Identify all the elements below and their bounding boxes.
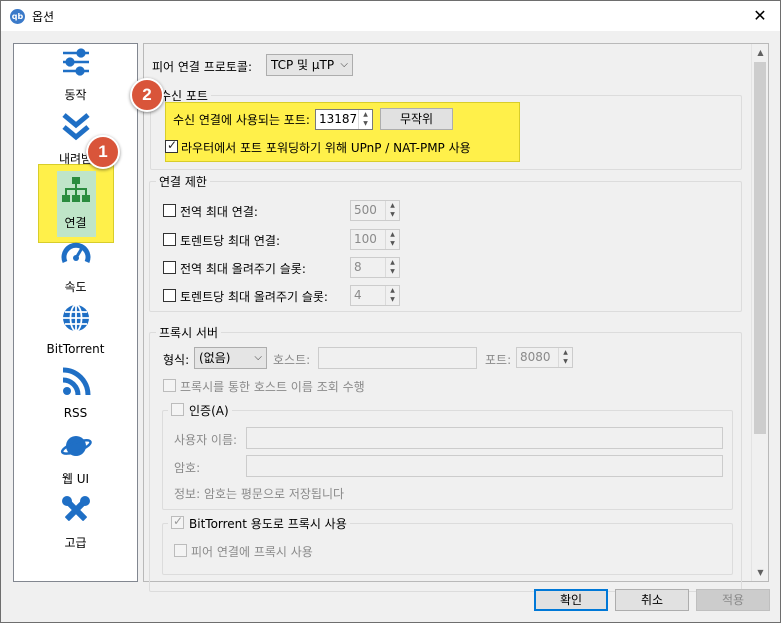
protocol-select[interactable]: TCP 및 µTP ⌵ [266,54,353,76]
global-max-connections-label: 전역 최대 연결: [180,205,258,219]
step-two-badge: 2 [130,78,164,112]
proxy-username-label: 사용자 이름: [174,433,238,447]
proxy-hostname-lookup-label: 프록시를 통한 호스트 이름 조회 수행 [180,380,365,394]
step-one-badge: 1 [86,135,120,169]
upnp-checkbox[interactable]: ✓ [165,138,178,153]
sidebar-item-label: 연결 [64,216,87,230]
checkmark-icon: ✓ [167,138,178,152]
proxy-username-input[interactable] [246,427,723,449]
sidebar-item-label: BitTorrent [46,342,105,356]
network-icon [62,177,90,202]
sidebar-item-label: 웹 UI [61,472,90,486]
peer-proxy-checkbox[interactable] [174,544,187,557]
checkmark-icon: ✓ [173,514,184,528]
global-upload-slots-label: 전역 최대 올려주기 슬롯: [180,262,306,276]
peer-proxy-label: 피어 연결에 프록시 사용 [191,545,313,559]
torrent-upload-slots-checkbox[interactable] [163,289,176,302]
proxy-password-input[interactable] [246,455,723,477]
authentication-checkbox[interactable] [171,403,184,416]
proxy-port-input[interactable]: 8080 ▲ ▼ [516,347,573,368]
proxy-port-label: 포트: [485,353,512,367]
bittorrent-proxy-checkbox[interactable]: ✓ [171,514,184,529]
proxy-type-select[interactable]: (없음) ⌵ [194,347,267,369]
sidebar-item-rss[interactable]: RSS [14,364,137,426]
apply-button[interactable]: 적용 [696,589,770,611]
sidebar-item-webui[interactable]: 웹 UI [14,428,137,490]
listen-port-input[interactable]: 13187 ▲ ▼ [315,109,373,130]
proxy-type-label: 형식: [163,353,190,367]
sidebar-item-label: RSS [63,406,88,420]
category-sidebar: 동작 내려받 연결 속도 BitTorrent RSS 웹 UI 고급 [13,43,138,582]
torrent-upload-slots-input[interactable]: 4 ▲ ▼ [350,285,400,306]
sidebar-item-advanced[interactable]: 고급 [14,492,137,554]
chevron-down-icon: ⌵ [340,59,348,70]
sidebar-item-downloads[interactable]: 내려받 [14,108,137,170]
global-upload-slots-input[interactable]: 8 ▲ ▼ [350,257,400,278]
global-upload-slots-checkbox[interactable] [163,261,176,274]
proxy-host-input[interactable] [318,347,477,369]
ok-button[interactable]: 확인 [534,589,608,611]
planet-icon [60,436,92,456]
proxy-server-title: 프록시 서버 [156,324,222,341]
vertical-scrollbar[interactable]: ▲ ▼ [751,44,768,581]
global-max-connections-checkbox[interactable] [163,204,176,217]
app-logo-icon: qb [10,9,25,24]
sidebar-item-label: 고급 [64,536,87,550]
scroll-up-icon[interactable]: ▲ [752,44,768,61]
window-title: 옵션 [32,10,55,24]
sidebar-item-label: 속도 [64,280,87,294]
sidebar-item-label: 동작 [64,88,87,102]
sliders-icon [63,48,89,76]
sidebar-item-speed[interactable]: 속도 [14,236,137,298]
options-window: qb 옵션 ✕ 동작 내려받 연결 속도 BitTorrent RSS 웹 UI… [0,0,781,623]
sidebar-item-behavior[interactable]: 동작 [14,44,137,106]
listen-port-value: 13187 [319,112,358,126]
random-port-button[interactable]: 무작위 [380,108,453,130]
tools-icon [62,496,90,521]
title-bar: qb 옵션 ✕ [1,1,780,31]
proxy-host-label: 호스트: [273,353,311,367]
protocol-select-value: TCP 및 µTP [271,58,335,72]
cancel-button[interactable]: 취소 [615,589,689,611]
listen-port-label: 수신 연결에 사용되는 포트: [173,113,310,127]
rss-icon [62,367,91,396]
torrent-max-connections-checkbox[interactable] [163,233,176,246]
proxy-hostname-lookup-checkbox[interactable] [163,379,176,392]
globe-icon [63,304,89,332]
proxy-password-label: 암호: [174,461,201,475]
torrent-upload-slots-label: 토렌트당 최대 올려주기 슬롯: [180,290,328,304]
scroll-thumb[interactable] [754,62,766,434]
connection-limits-title: 연결 제한 [156,173,210,190]
sidebar-item-bittorrent[interactable]: BitTorrent [14,300,137,362]
torrent-max-connections-input[interactable]: 100 ▲ ▼ [350,229,400,250]
password-info-text: 정보: 암호는 평문으로 저장됩니다 [174,487,345,501]
sidebar-item-connection[interactable]: 연결 [14,172,137,234]
upnp-label: 라우터에서 포트 포워딩하기 위해 UPnP / NAT-PMP 사용 [181,141,471,155]
download-chevrons-icon [62,113,90,141]
chevron-down-icon: ⌵ [254,352,262,363]
close-button[interactable]: ✕ [750,6,770,26]
scroll-down-icon[interactable]: ▼ [752,564,768,581]
torrent-max-connections-label: 토렌트당 최대 연결: [180,234,280,248]
proxy-type-value: (없음) [199,351,231,365]
bittorrent-proxy-title: BitTorrent 용도로 프록시 사용 [168,515,350,532]
protocol-label: 피어 연결 프로토콜: [152,60,252,74]
speedometer-icon [61,242,91,263]
port-stepper[interactable]: ▲ ▼ [358,110,372,129]
global-max-connections-input[interactable]: 500 ▲ ▼ [350,200,400,221]
